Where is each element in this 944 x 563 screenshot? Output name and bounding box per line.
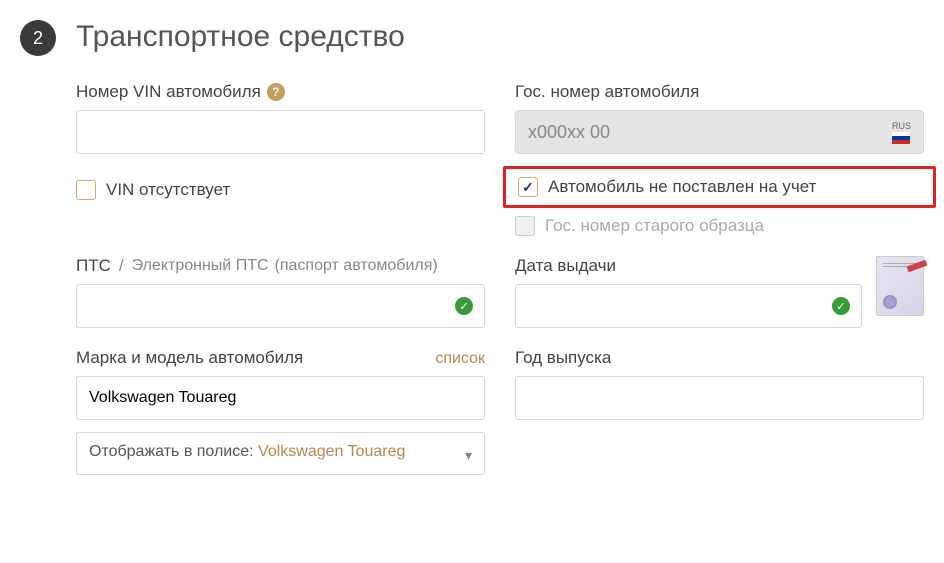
issue-date-label: Дата выдачи bbox=[515, 256, 616, 276]
vin-field-group: Номер VIN автомобиля ? bbox=[76, 82, 485, 154]
old-format-checkbox[interactable] bbox=[515, 216, 535, 236]
pts-label-main: ПТС bbox=[76, 256, 111, 276]
chevron-down-icon: ▾ bbox=[465, 447, 472, 464]
check-icon: ✓ bbox=[455, 297, 473, 315]
make-model-group: Марка и модель автомобиля список Отображ… bbox=[76, 348, 485, 475]
old-format-label: Гос. номер старого образца bbox=[545, 216, 764, 236]
old-format-row[interactable]: Гос. номер старого образца bbox=[515, 216, 924, 236]
year-input[interactable] bbox=[515, 376, 924, 420]
section-title: Транспортное средство bbox=[76, 20, 924, 54]
help-icon[interactable]: ? bbox=[267, 83, 285, 101]
vin-absent-label: VIN отсутствует bbox=[106, 180, 230, 200]
plate-checkboxes: Автомобиль не поставлен на учет Гос. ном… bbox=[515, 174, 924, 236]
pts-label-alt: Электронный ПТС bbox=[132, 257, 269, 275]
vin-input[interactable] bbox=[76, 110, 485, 154]
vin-absent-row[interactable]: VIN отсутствует bbox=[76, 180, 485, 200]
polis-brand: Volkswagen Touareg bbox=[258, 443, 405, 460]
pts-field-group: ПТС / Электронный ПТС (паспорт автомобил… bbox=[76, 256, 485, 328]
pts-label-note: (паспорт автомобиля) bbox=[275, 257, 438, 275]
check-icon: ✓ bbox=[832, 297, 850, 315]
polis-prefix: Отображать в полисе: bbox=[89, 443, 258, 460]
year-group: Год выпуска bbox=[515, 348, 924, 420]
flag-icon bbox=[892, 132, 910, 144]
vin-label: Номер VIN автомобиля bbox=[76, 82, 261, 102]
not-registered-row[interactable]: Автомобиль не поставлен на учет bbox=[518, 177, 921, 197]
plate-region: RUS bbox=[892, 121, 911, 144]
list-link[interactable]: список bbox=[435, 350, 485, 368]
document-thumbnail bbox=[876, 256, 924, 316]
plate-placeholder: х000хх 00 bbox=[528, 122, 610, 143]
step-badge: 2 bbox=[20, 20, 56, 56]
pts-slash: / bbox=[119, 256, 124, 276]
plate-region-code: RUS bbox=[892, 121, 911, 131]
plate-input[interactable]: х000хх 00 RUS bbox=[515, 110, 924, 154]
issue-date-input[interactable] bbox=[515, 284, 862, 328]
vin-absent-checkbox[interactable] bbox=[76, 180, 96, 200]
plate-field-group: Гос. номер автомобиля х000хх 00 RUS bbox=[515, 82, 924, 154]
not-registered-checkbox[interactable] bbox=[518, 177, 538, 197]
make-model-input[interactable] bbox=[76, 376, 485, 420]
year-label: Год выпуска bbox=[515, 348, 611, 368]
not-registered-label: Автомобиль не поставлен на учет bbox=[548, 177, 816, 197]
make-model-label: Марка и модель автомобиля bbox=[76, 348, 303, 368]
polis-display-box[interactable]: Отображать в полисе: Volkswagen Touareg … bbox=[76, 432, 485, 475]
pts-input[interactable] bbox=[76, 284, 485, 328]
issue-date-row: Дата выдачи ✓ bbox=[515, 256, 924, 328]
plate-label: Гос. номер автомобиля bbox=[515, 82, 699, 102]
